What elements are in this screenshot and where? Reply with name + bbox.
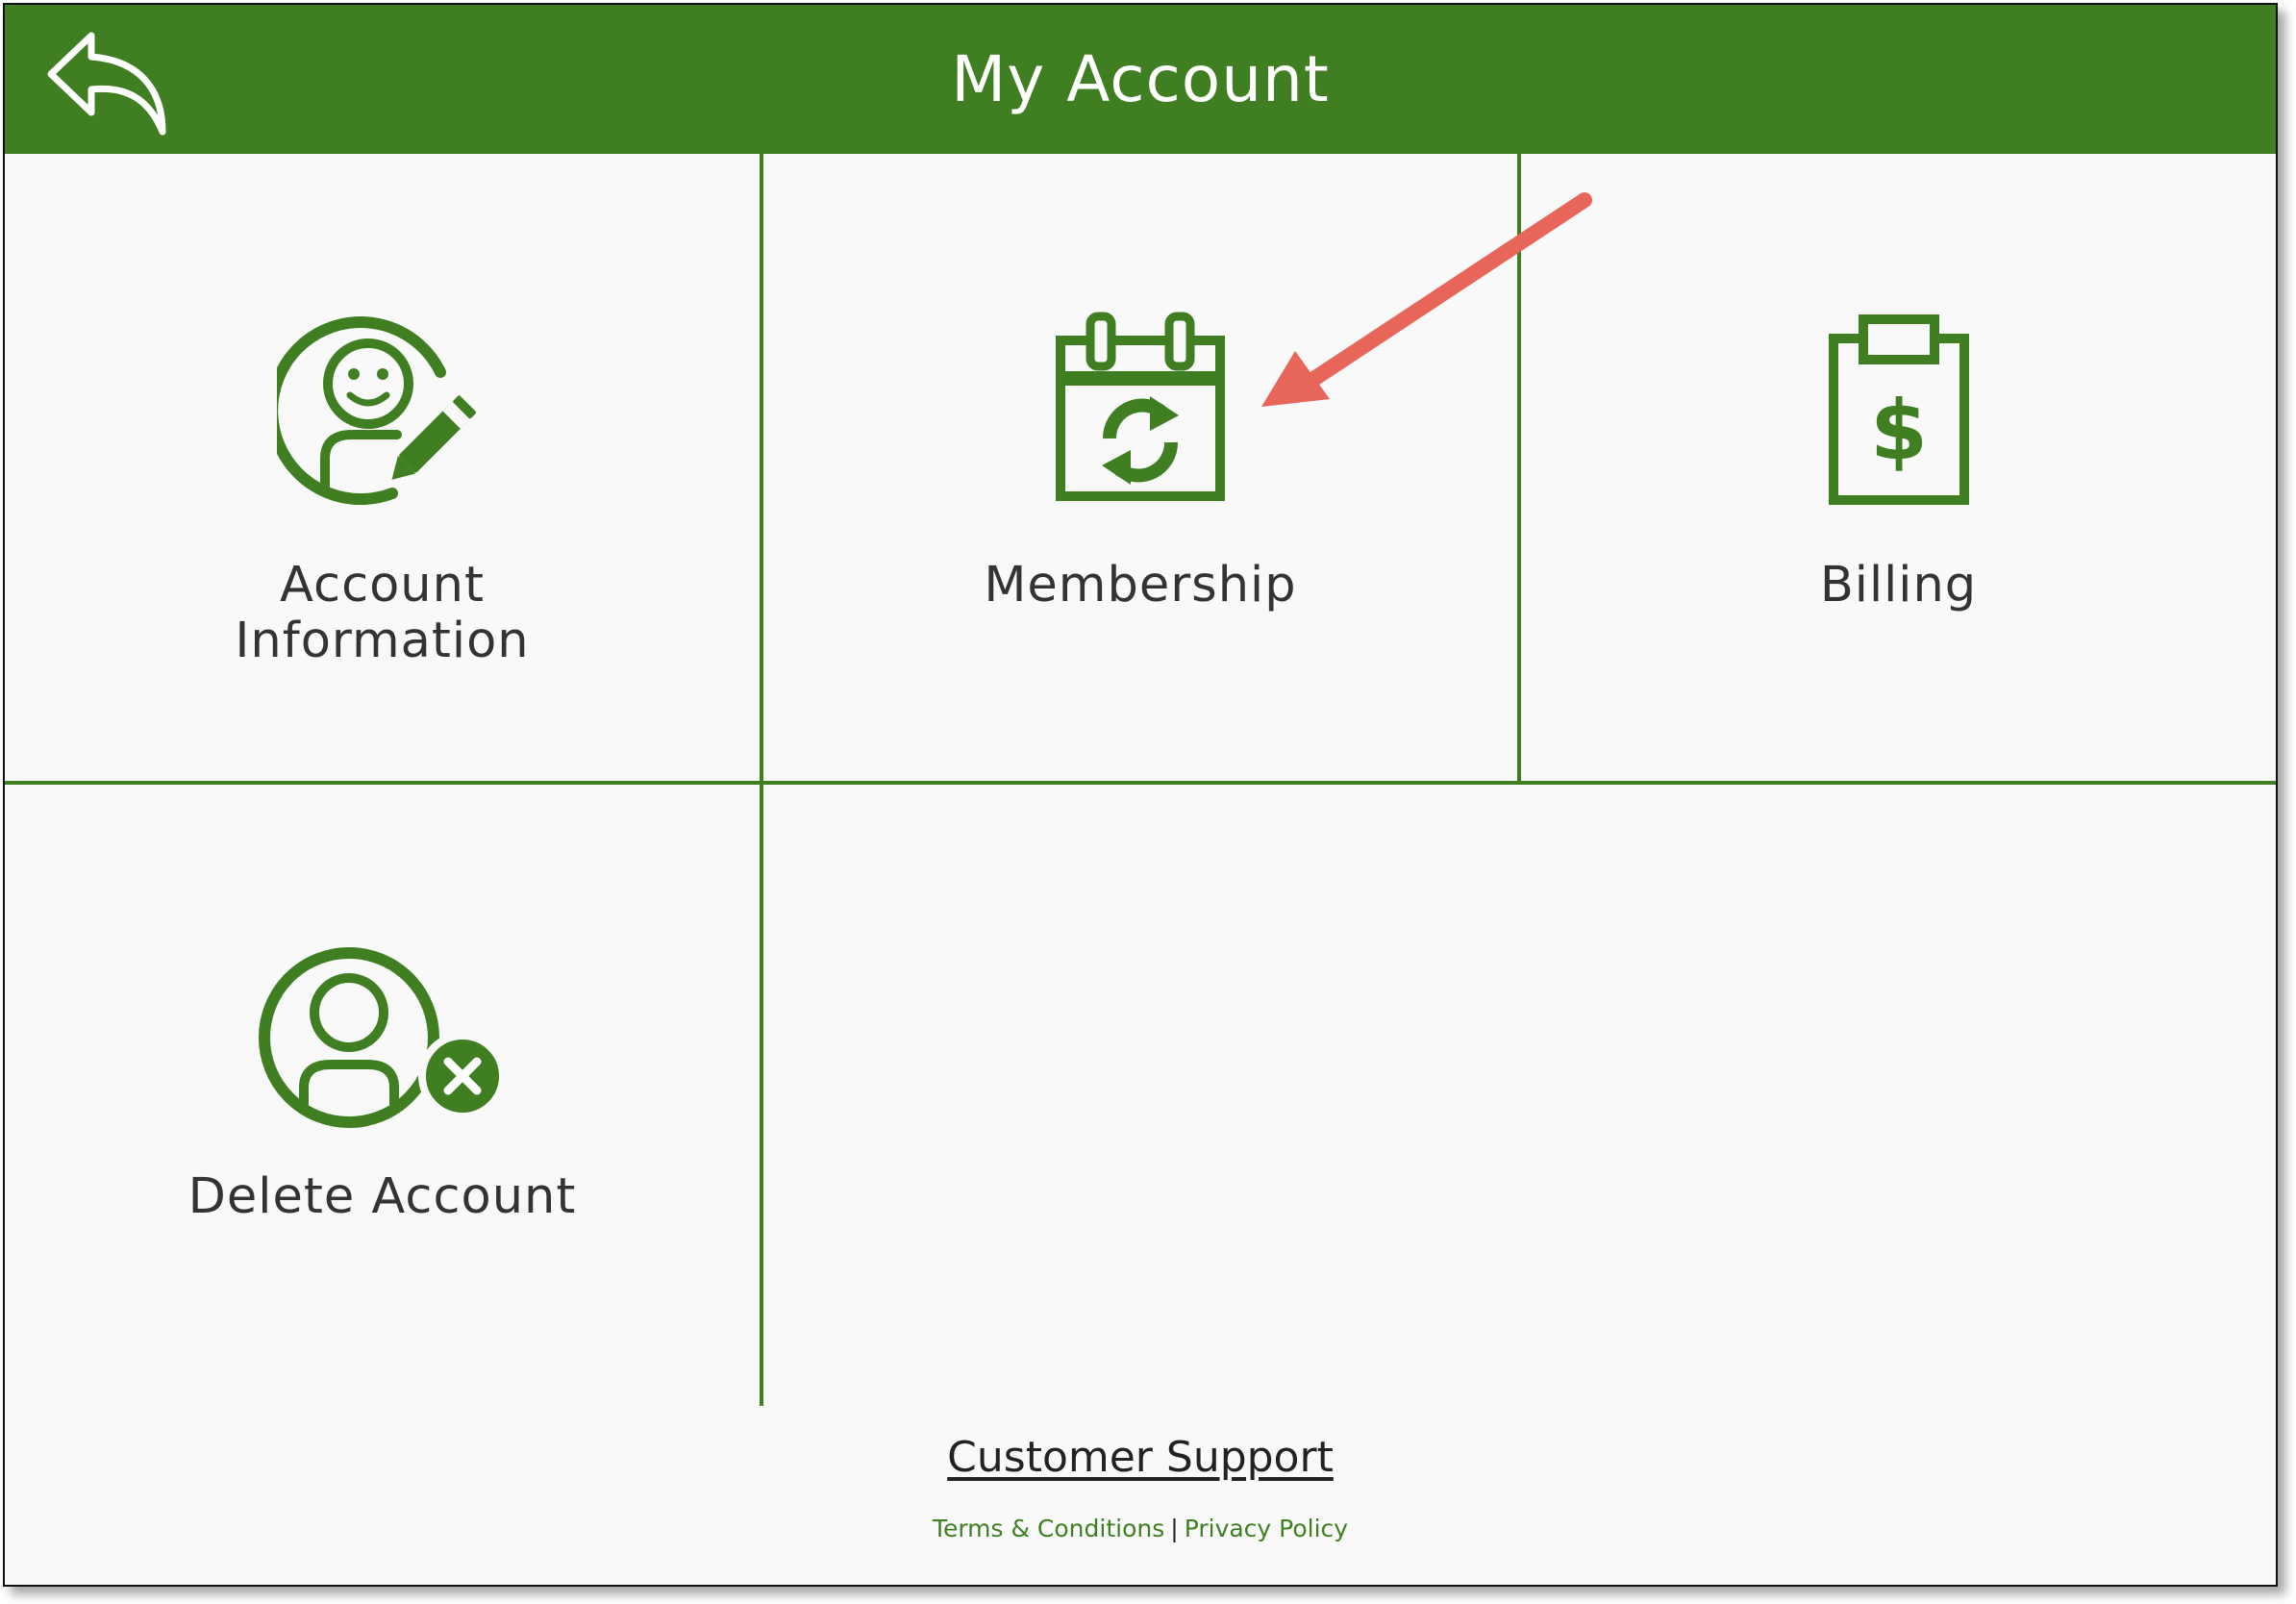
calendar-refresh-icon [1054,312,1227,504]
tile-label-account-information: Account Information [235,557,530,669]
header-bar: My Account [5,5,2276,154]
grid-divider [5,781,2276,785]
empty-grid-area [763,785,2276,1406]
tile-label-membership: Membership [984,557,1297,614]
tile-delete-account[interactable]: Delete Account [5,785,760,1406]
svg-text:$: $ [1870,383,1928,479]
customer-support-container: Customer Support [5,1433,2276,1482]
page-title: My Account [951,42,1330,116]
user-remove-icon [258,943,508,1136]
app-window: My Account Account Information Membershi… [3,3,2278,1587]
tile-membership[interactable]: Membership [763,156,1517,781]
privacy-policy-link[interactable]: Privacy Policy [1185,1515,1348,1542]
footer: Customer Support Terms & Conditions | Priv… [5,1406,2276,1585]
customer-support-link[interactable]: Customer Support [947,1433,1334,1482]
account-edit-icon [265,314,488,507]
grid-divider [1517,154,1521,781]
terms-conditions-link[interactable]: Terms & Conditions [933,1515,1164,1542]
tile-label-billing: Billing [1819,557,1978,614]
legal-links: Terms & Conditions | Privacy Policy [5,1515,2276,1542]
grid-divider [760,154,763,1406]
clipboard-dollar-icon: $ [1827,314,1971,507]
tile-account-information[interactable]: Account Information [5,156,760,781]
tile-billing[interactable]: $ Billing [1521,156,2276,781]
legal-separator: | [1170,1515,1179,1542]
tile-label-delete-account: Delete Account [187,1168,577,1225]
